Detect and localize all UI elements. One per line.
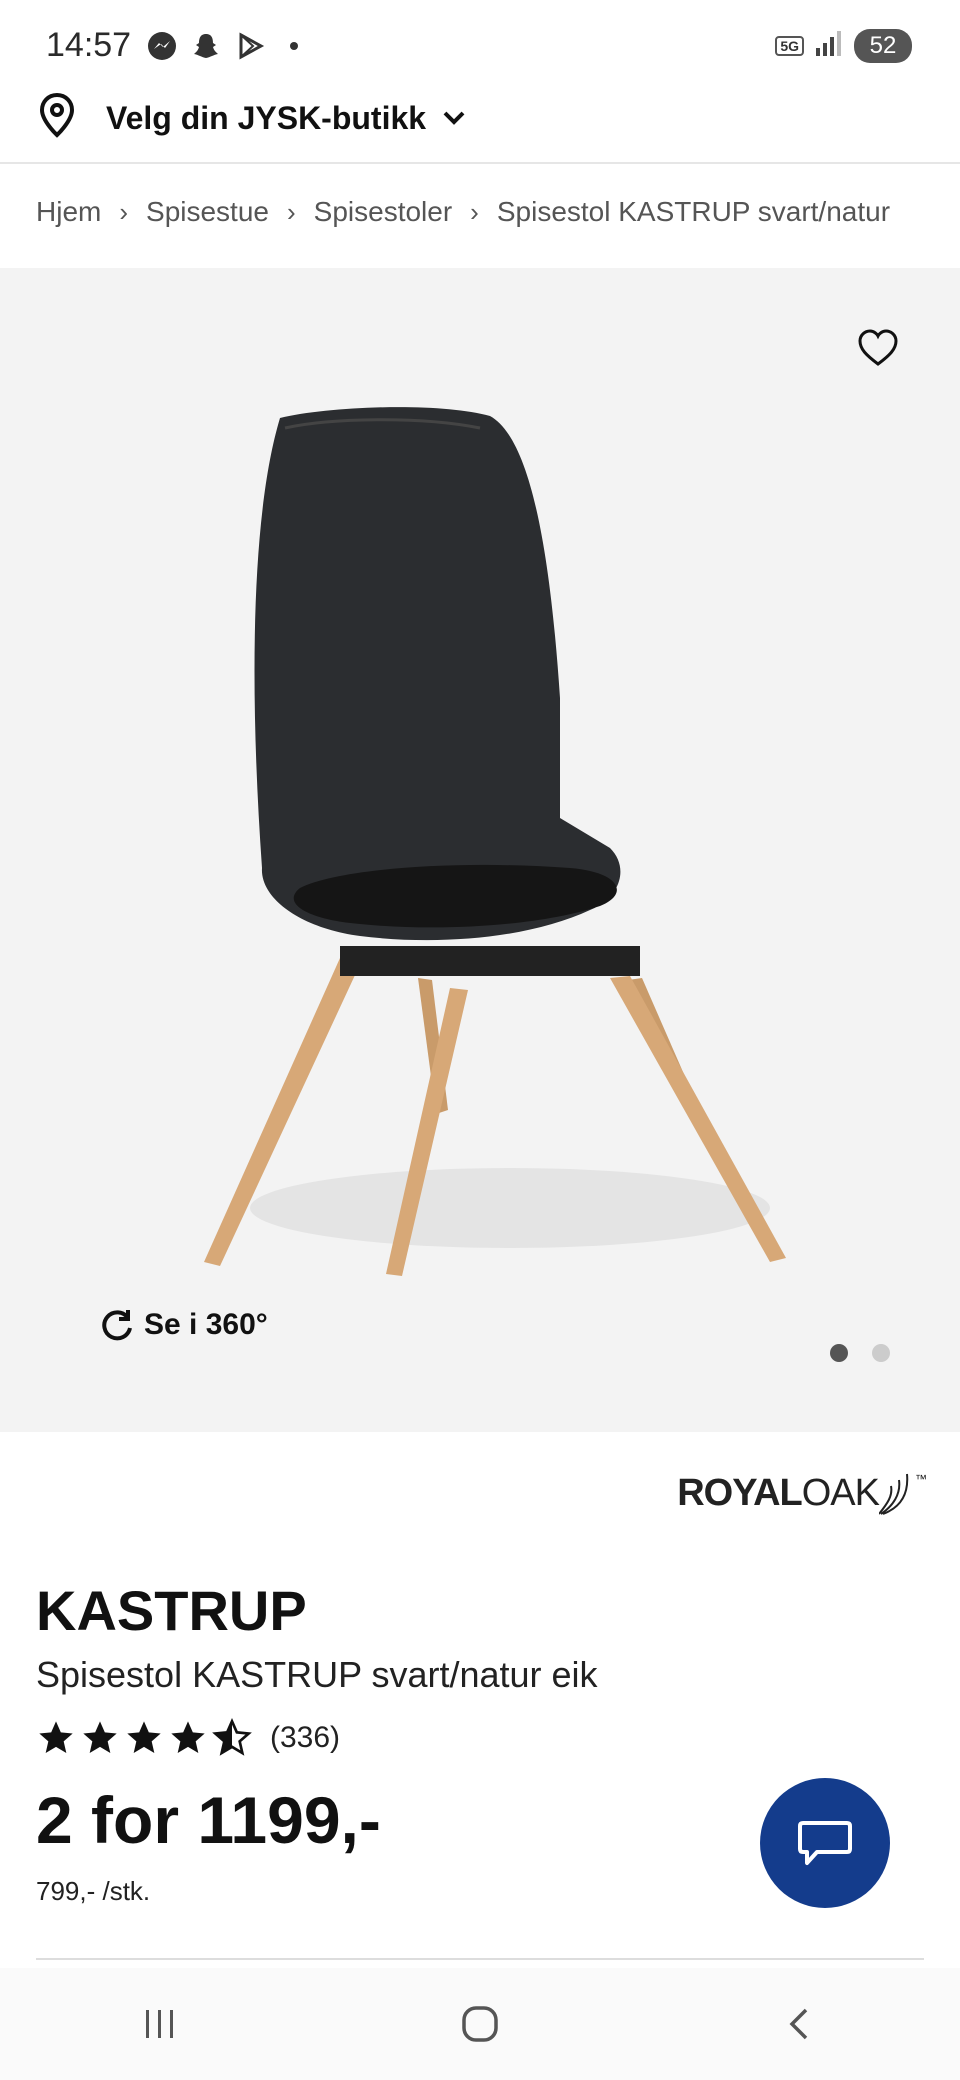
location-pin-icon <box>38 92 76 138</box>
chevron-right-icon: › <box>119 196 129 227</box>
brand-tm: ™ <box>915 1472 927 1486</box>
signal-icon <box>814 28 844 63</box>
chevron-right-icon: › <box>286 196 296 227</box>
divider <box>36 1958 924 1960</box>
chevron-right-icon: › <box>470 196 479 227</box>
status-bar: 14:57 5G 52 <box>0 0 960 90</box>
view-360-label: Se i 360° <box>144 1308 268 1341</box>
snapchat-icon <box>190 30 222 62</box>
breadcrumb-item-dining-chairs[interactable]: Spisestoler <box>314 196 453 228</box>
breadcrumb-item-current: Spisestol KASTRUP svart/natur <box>496 196 891 227</box>
brand-logo: ROYAL OAK ™ <box>677 1468 927 1518</box>
chevron-down-icon[interactable] <box>440 104 468 132</box>
brand-logo-oak: OAK <box>801 1471 880 1514</box>
home-icon[interactable] <box>450 1994 510 2054</box>
price-per-unit: 799,- /stk. <box>36 1876 151 1906</box>
carousel-dot-active[interactable] <box>830 1344 848 1362</box>
product-image-chair <box>204 407 786 1276</box>
more-notifications-dot <box>278 30 310 62</box>
recent-apps-icon[interactable] <box>130 1994 190 2054</box>
brand-logo-royal: ROYAL <box>677 1471 803 1514</box>
rotate-icon <box>102 1310 132 1341</box>
network-badge: 5G <box>775 35 804 56</box>
battery-indicator: 52 <box>854 28 912 63</box>
chat-bubble-icon <box>798 1821 852 1865</box>
brand-swoosh-icon <box>879 1473 909 1515</box>
heart-icon[interactable] <box>856 328 900 368</box>
breadcrumb-item-dining-room[interactable]: Spisestue <box>146 196 269 228</box>
messenger-icon <box>146 30 178 62</box>
status-time: 14:57 <box>46 26 132 64</box>
breadcrumb: Hjem › Spisestue › Spisestoler › Spisest… <box>36 196 890 228</box>
back-icon[interactable] <box>770 1994 830 2054</box>
carousel-dots <box>830 1344 890 1362</box>
notification-icons <box>146 30 310 62</box>
chat-button[interactable] <box>760 1778 890 1908</box>
star-icon <box>83 1721 117 1753</box>
star-icon <box>39 1721 73 1753</box>
play-store-icon <box>234 30 266 62</box>
star-half-icon <box>212 1718 252 1756</box>
product-gallery[interactable]: Se i 360° <box>0 268 960 1432</box>
review-count[interactable]: (336) <box>270 1721 340 1755</box>
product-rating[interactable]: (336) <box>36 1718 340 1758</box>
star-icon <box>171 1721 205 1753</box>
product-title: KASTRUP <box>36 1579 307 1642</box>
system-nav-bar <box>0 1968 960 2080</box>
price-offer: 2 for 1199,- <box>36 1783 381 1857</box>
status-right: 5G 52 <box>775 28 912 63</box>
store-selector-label[interactable]: Velg din JYSK-butikk <box>106 100 426 137</box>
breadcrumb-item-home[interactable]: Hjem <box>36 196 101 228</box>
carousel-dot[interactable] <box>872 1344 890 1362</box>
view-360-button[interactable]: Se i 360° <box>98 1306 268 1344</box>
product-subtitle: Spisestol KASTRUP svart/natur eik <box>36 1654 598 1695</box>
star-icon <box>127 1721 161 1753</box>
